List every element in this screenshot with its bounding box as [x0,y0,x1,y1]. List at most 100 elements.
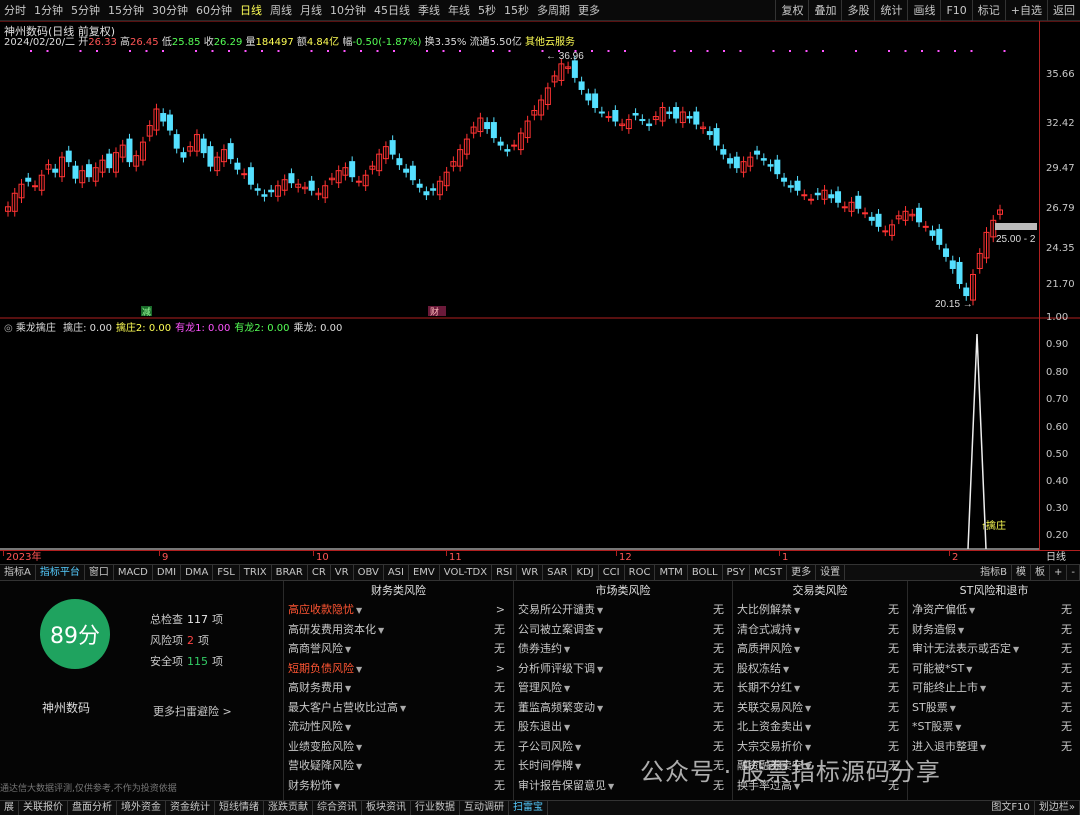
bottom-tab[interactable]: 关联报价 [19,801,68,815]
risk-item[interactable]: 大比例解禁 ▼ 无 [733,601,907,621]
indicator-tab-right[interactable]: + [1050,565,1068,580]
indicator-tab[interactable]: RSI [492,565,518,580]
period-tab[interactable]: 周线 [266,0,296,21]
period-tab[interactable]: 45日线 [370,0,414,21]
bottom-tab[interactable]: 境外资金 [117,801,166,815]
bottom-tab[interactable]: 盘面分析 [68,801,117,815]
indicator-tab[interactable]: 设置 [816,565,846,580]
indicator-tab-right[interactable]: 模 [1012,565,1031,580]
period-tab[interactable]: 30分钟 [148,0,192,21]
indicator-tab[interactable]: 指标A [0,565,36,580]
candlestick-chart[interactable]: ← 36.96 20.15 → 25.00 - 2 减 财 ↑擒庄 [0,21,1080,550]
risk-item[interactable]: 营收疑降风险 ▼ 无 [284,757,513,777]
indicator-tab[interactable]: SAR [543,565,573,580]
period-tab[interactable]: 60分钟 [192,0,236,21]
indicator-tab[interactable]: VOL-TDX [440,565,493,580]
toolbar-button[interactable]: 画线 [907,0,940,21]
indicator-tab[interactable]: MACD [114,565,153,580]
risk-item[interactable]: 公司被立案调查 ▼ 无 [514,621,732,641]
period-tab[interactable]: 15秒 [500,0,533,21]
period-tab[interactable]: 分时 [0,0,30,21]
risk-item[interactable]: 高质押风险 ▼ 无 [733,640,907,660]
indicator-tab[interactable]: BRAR [272,565,308,580]
risk-item[interactable]: 高研发费用资本化 ▼ 无 [284,621,513,641]
risk-item[interactable]: ST股票 ▼ 无 [908,699,1080,719]
risk-item[interactable]: *ST股票 ▼ 无 [908,718,1080,738]
indicator-tab[interactable]: EMV [409,565,440,580]
risk-item[interactable]: 高财务费用 ▼ 无 [284,679,513,699]
risk-item[interactable]: 短期负债风险 ▼ > [284,660,513,680]
bottom-tab[interactable]: 展 [0,801,19,815]
period-tab[interactable]: 5分钟 [67,0,104,21]
risk-item[interactable]: 可能被*ST ▼ 无 [908,660,1080,680]
period-tab[interactable]: 15分钟 [104,0,148,21]
indicator-tab[interactable]: DMI [153,565,182,580]
indicator-tab[interactable]: CCI [599,565,625,580]
collapse-icon[interactable]: ◎ [4,323,13,334]
indicator-tab[interactable]: 指标平台 [36,565,85,580]
toolbar-button[interactable]: F10 [940,0,971,21]
period-tab[interactable]: 多周期 [533,0,574,21]
risk-item[interactable]: 股东退出 ▼ 无 [514,718,732,738]
risk-item[interactable]: 长期不分红 ▼ 无 [733,679,907,699]
indicator-tab-right[interactable]: - [1067,565,1080,580]
risk-item[interactable]: 高应收款隐忧 ▼ > [284,601,513,621]
sub-indicator-name[interactable]: 乘龙擒庄 [16,323,56,334]
indicator-tab[interactable]: TRIX [240,565,272,580]
indicator-tab[interactable]: MTM [655,565,688,580]
risk-item[interactable]: 债券违约 ▼ 无 [514,640,732,660]
indicator-tab-right[interactable]: 板 [1031,565,1050,580]
bottom-tab[interactable]: 短线情绪 [215,801,264,815]
indicator-tab[interactable]: DMA [181,565,214,580]
bottom-tab-right[interactable]: 图文F10 [987,801,1035,815]
indicator-tab[interactable]: BOLL [688,565,723,580]
toolbar-button[interactable]: 统计 [874,0,907,21]
indicator-tab[interactable]: FSL [213,565,240,580]
period-tab[interactable]: 月线 [296,0,326,21]
toolbar-button[interactable]: +自选 [1004,0,1047,21]
bottom-tab[interactable]: 板块资讯 [362,801,411,815]
risk-item[interactable]: 董监高频繁变动 ▼ 无 [514,699,732,719]
indicator-tab[interactable]: VR [331,565,354,580]
indicator-tab[interactable]: WR [517,565,544,580]
indicator-tab[interactable]: CR [308,565,331,580]
period-tab[interactable]: 更多 [574,0,604,21]
bottom-tab[interactable]: 扫雷宝 [509,801,548,815]
indicator-tab[interactable]: PSY [723,565,751,580]
bottom-tab[interactable]: 综合资讯 [313,801,362,815]
more-scan-link[interactable]: 更多扫雷避险 > [153,703,232,719]
period-tab[interactable]: 年线 [444,0,474,21]
period-tab[interactable]: 季线 [414,0,444,21]
risk-item[interactable]: 财务粉饰 ▼ 无 [284,777,513,797]
period-tab[interactable]: 日线 [236,0,266,21]
risk-item[interactable]: 业绩变脸风险 ▼ 无 [284,738,513,758]
toolbar-button[interactable]: 返回 [1047,0,1080,21]
risk-item[interactable]: 最大客户占营收比过高 ▼ 无 [284,699,513,719]
risk-item[interactable]: 流动性风险 ▼ 无 [284,718,513,738]
toolbar-button[interactable]: 复权 [775,0,808,21]
bottom-tab[interactable]: 涨跌贡献 [264,801,313,815]
toolbar-button[interactable]: 叠加 [808,0,841,21]
indicator-tab[interactable]: 更多 [787,565,817,580]
indicator-tab[interactable]: ROC [625,565,656,580]
bottom-tab[interactable]: 资金统计 [166,801,215,815]
period-tab[interactable]: 1分钟 [30,0,67,21]
main-chart[interactable]: ← 36.96 20.15 → 25.00 - 2 减财 ↑擒庄 神州数码(日线 前复权… [0,21,1080,550]
bottom-tab-right[interactable]: 划边栏» [1035,801,1080,815]
toolbar-button[interactable]: 标记 [971,0,1005,21]
indicator-tab-right[interactable]: 指标B [976,565,1012,580]
indicator-tab[interactable]: KDJ [572,565,599,580]
indicator-tab[interactable]: MCST [750,565,788,580]
risk-item[interactable]: 交易所公开谴责 ▼ 无 [514,601,732,621]
indicator-tab[interactable]: OBV [354,565,384,580]
indicator-tab[interactable]: ASI [384,565,409,580]
risk-item[interactable]: 关联交易风险 ▼ 无 [733,699,907,719]
risk-item[interactable]: 北上资金卖出 ▼ 无 [733,718,907,738]
period-tab[interactable]: 10分钟 [326,0,370,21]
risk-item[interactable]: 清仓式减持 ▼ 无 [733,621,907,641]
risk-item[interactable]: 分析师评级下调 ▼ 无 [514,660,732,680]
sector-link[interactable]: 其他云服务 [525,37,575,48]
bottom-tab[interactable]: 行业数据 [411,801,460,815]
risk-item[interactable]: 审计无法表示或否定 ▼ 无 [908,640,1080,660]
risk-item[interactable]: 净资产偏低 ▼ 无 [908,601,1080,621]
